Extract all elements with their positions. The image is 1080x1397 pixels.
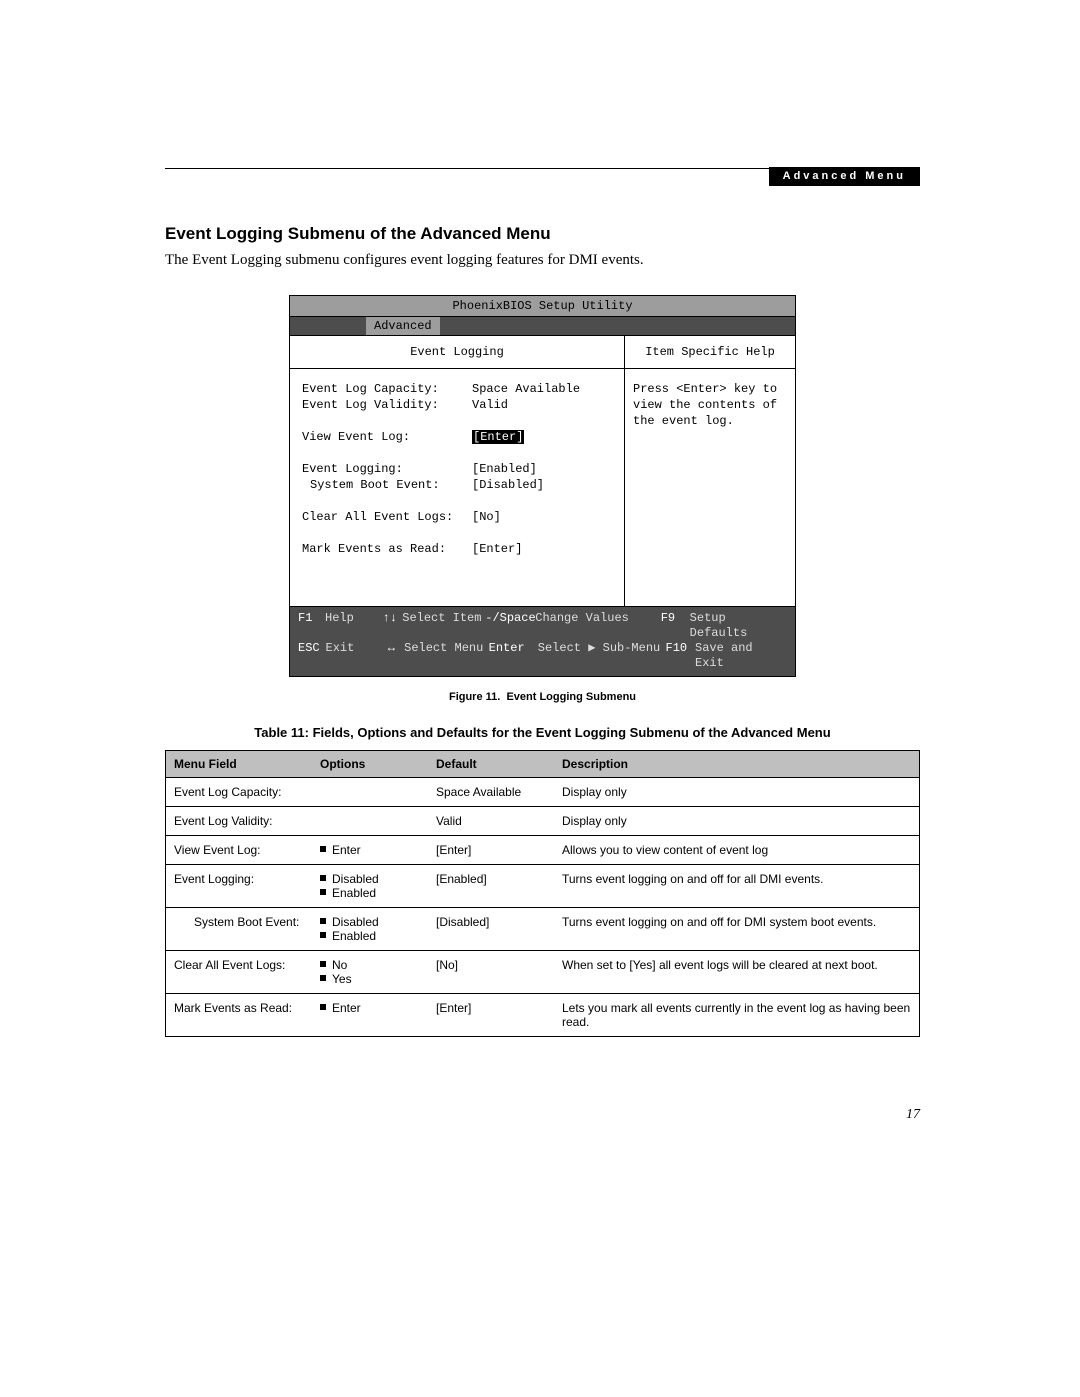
table-row: Event Log Validity: ValidDisplay only bbox=[166, 807, 920, 836]
figure-title: Event Logging Submenu bbox=[506, 691, 636, 703]
bios-menu-tab-advanced: Advanced bbox=[366, 317, 440, 335]
cell-description: Turns event logging on and off for all D… bbox=[554, 865, 920, 908]
cell-options bbox=[312, 807, 428, 836]
table-row: Mark Events as Read: Enter [Enter]Lets you… bbox=[166, 994, 920, 1037]
cell-menu-field: System Boot Event: bbox=[166, 908, 313, 951]
table-row: Event Log Capacity: Space AvailableDispla… bbox=[166, 778, 920, 807]
cell-menu-field: Event Log Validity: bbox=[166, 807, 313, 836]
key-label: Help bbox=[325, 611, 377, 641]
option-item: Yes bbox=[320, 972, 420, 986]
cell-menu-field: Mark Events as Read: bbox=[166, 994, 313, 1037]
cell-default: [Enabled] bbox=[428, 865, 554, 908]
key-label: Select ▶ Sub-Menu bbox=[538, 641, 666, 671]
key-label: Select Menu bbox=[404, 641, 489, 671]
figure-number: Figure 11. bbox=[449, 691, 500, 703]
field-label: Event Logging: bbox=[302, 461, 472, 477]
selected-value: [Enter] bbox=[472, 430, 524, 444]
cell-description: When set to [Yes] all event logs will be… bbox=[554, 951, 920, 994]
col-menu-field: Menu Field bbox=[166, 751, 313, 778]
option-item: Enter bbox=[320, 843, 420, 857]
bios-right-header: Item Specific Help bbox=[625, 336, 795, 369]
field-value: [Enter] bbox=[472, 541, 522, 557]
bios-left-header: Event Logging bbox=[290, 336, 624, 369]
page-number: 17 bbox=[906, 1107, 920, 1123]
key-space: -/Space bbox=[485, 611, 535, 641]
table-caption: Table 11: Fields, Options and Defaults f… bbox=[165, 725, 920, 740]
cell-options bbox=[312, 778, 428, 807]
cell-options: Enter bbox=[312, 994, 428, 1037]
field-value: [Enabled] bbox=[472, 461, 537, 477]
option-item: Enabled bbox=[320, 929, 420, 943]
key-f9: F9 bbox=[661, 611, 690, 641]
cell-menu-field: Event Logging: bbox=[166, 865, 313, 908]
key-esc: ESC bbox=[298, 641, 326, 671]
cell-default: [Enter] bbox=[428, 836, 554, 865]
cell-options: NoYes bbox=[312, 951, 428, 994]
key-label: Save and Exit bbox=[695, 641, 787, 671]
cell-default: [Disabled] bbox=[428, 908, 554, 951]
cell-description: Display only bbox=[554, 807, 920, 836]
field-label: Mark Events as Read: bbox=[302, 541, 472, 557]
field-value: [No] bbox=[472, 509, 501, 525]
fields-table: Menu Field Options Default Description E… bbox=[165, 750, 920, 1037]
key-label: Select Item bbox=[402, 611, 485, 641]
field-label: System Boot Event: bbox=[302, 477, 472, 493]
bios-footer: F1 Help ↑↓ Select Item -/Space Change Va… bbox=[290, 607, 795, 676]
cell-options: Enter bbox=[312, 836, 428, 865]
intro-text: The Event Logging submenu configures eve… bbox=[165, 252, 920, 269]
col-options: Options bbox=[312, 751, 428, 778]
table-row: System Boot Event:DisabledEnabled[Disabl… bbox=[166, 908, 920, 951]
table-row: Event Logging:DisabledEnabled[Enabled]Tu… bbox=[166, 865, 920, 908]
option-item: Disabled bbox=[320, 915, 420, 929]
key-label: Setup Defaults bbox=[690, 611, 787, 641]
field-value: Valid bbox=[472, 397, 508, 413]
field-label: Event Log Capacity: bbox=[302, 381, 472, 397]
cell-description: Display only bbox=[554, 778, 920, 807]
updown-icon: ↑↓ bbox=[377, 611, 402, 641]
key-f1: F1 bbox=[298, 611, 325, 641]
cell-options: DisabledEnabled bbox=[312, 865, 428, 908]
key-f10: F10 bbox=[666, 641, 695, 671]
option-item: Enabled bbox=[320, 886, 420, 900]
field-label: Clear All Event Logs: bbox=[302, 509, 472, 525]
cell-menu-field: View Event Log: bbox=[166, 836, 313, 865]
bios-title: PhoenixBIOS Setup Utility bbox=[290, 296, 795, 317]
field-value: [Disabled] bbox=[472, 477, 544, 493]
bios-window: PhoenixBIOS Setup Utility Advanced Event… bbox=[289, 295, 796, 677]
option-item: Disabled bbox=[320, 872, 420, 886]
cell-default: [Enter] bbox=[428, 994, 554, 1037]
key-enter: Enter bbox=[489, 641, 538, 671]
figure-caption: Figure 11. Event Logging Submenu bbox=[165, 691, 920, 703]
col-default: Default bbox=[428, 751, 554, 778]
table-row: View Event Log: Enter [Enter]Allows you to… bbox=[166, 836, 920, 865]
key-label: Change Values bbox=[535, 611, 660, 641]
key-label: Exit bbox=[326, 641, 379, 671]
cell-description: Turns event logging on and off for DMI s… bbox=[554, 908, 920, 951]
cell-description: Allows you to view content of event log bbox=[554, 836, 920, 865]
leftright-icon: ↔ bbox=[379, 641, 405, 671]
bios-help-text: Press <Enter> key to view the contents o… bbox=[625, 369, 795, 441]
cell-default: Space Available bbox=[428, 778, 554, 807]
table-row: Clear All Event Logs:NoYes[No]When set t… bbox=[166, 951, 920, 994]
cell-default: Valid bbox=[428, 807, 554, 836]
field-value: Space Available bbox=[472, 381, 580, 397]
cell-options: DisabledEnabled bbox=[312, 908, 428, 951]
cell-default: [No] bbox=[428, 951, 554, 994]
option-item: No bbox=[320, 958, 420, 972]
header-tab: Advanced Menu bbox=[769, 167, 920, 186]
field-label: Event Log Validity: bbox=[302, 397, 472, 413]
bios-menu-bar: Advanced bbox=[290, 317, 795, 336]
cell-description: Lets you mark all events currently in th… bbox=[554, 994, 920, 1037]
option-item: Enter bbox=[320, 1001, 420, 1015]
field-label: View Event Log: bbox=[302, 429, 472, 445]
cell-menu-field: Event Log Capacity: bbox=[166, 778, 313, 807]
section-heading: Event Logging Submenu of the Advanced Me… bbox=[165, 224, 920, 244]
col-description: Description bbox=[554, 751, 920, 778]
cell-menu-field: Clear All Event Logs: bbox=[166, 951, 313, 994]
